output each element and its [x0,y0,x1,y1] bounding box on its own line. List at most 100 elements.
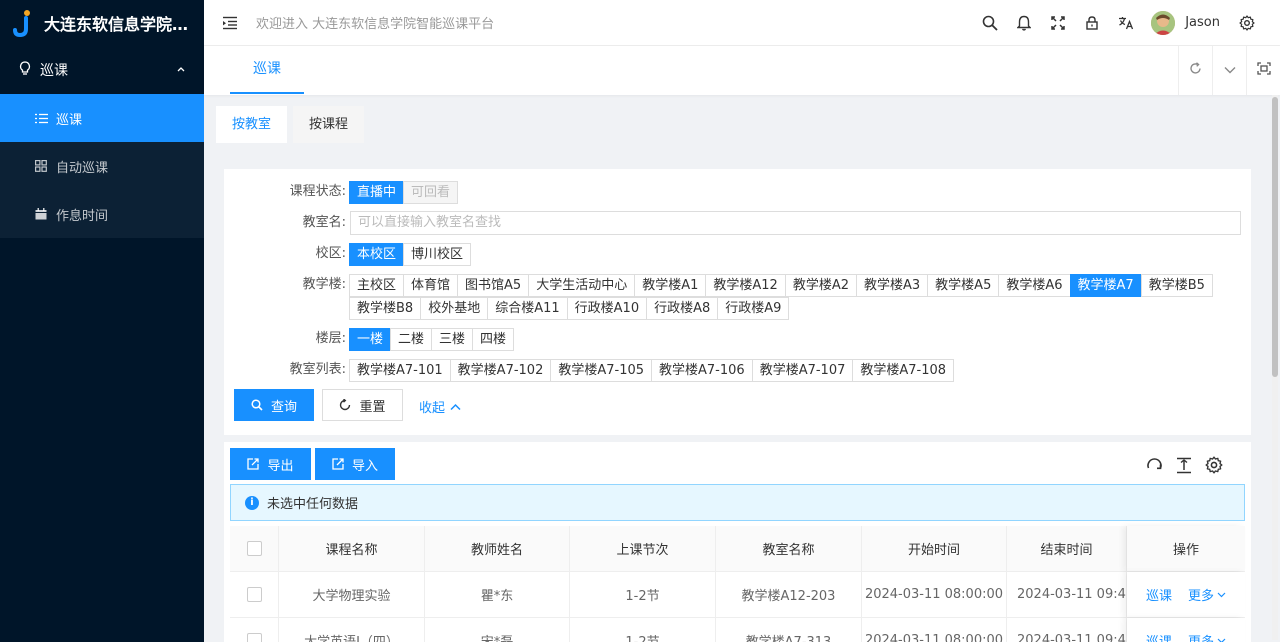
selection-alert: i 未选中任何数据 [230,484,1245,521]
building-option[interactable]: 校外基地 [420,297,489,320]
campus-option[interactable]: 本校区 [349,243,405,266]
building-option[interactable]: 体育馆 [403,274,459,297]
building-label: 教学楼: [302,277,346,292]
building-option[interactable]: 行政楼A8 [646,297,719,320]
building-option[interactable]: 主校区 [349,274,405,297]
cell-period: 1-2节 [570,618,716,642]
cell-room: 教学楼A7-313 [716,618,862,642]
settings-icon[interactable] [1230,6,1264,40]
building-option[interactable]: 教学楼A2 [784,274,857,297]
room-option[interactable]: 教学楼A7-106 [651,359,753,382]
status-option-live[interactable]: 直播中 [349,181,405,204]
avatar[interactable] [1151,10,1176,35]
status-label: 课程状态: [289,184,346,199]
cell-course: 大学英语Ⅰ（四） [279,618,425,642]
column-header[interactable]: 上课节次 [570,526,716,571]
floor-option[interactable]: 四楼 [472,328,515,351]
sidebar-item-auto-patrol[interactable]: 自动巡课 [0,142,204,190]
tab-dropdown-button[interactable] [1212,46,1246,95]
column-settings-icon[interactable] [1199,454,1229,476]
patrol-action-link[interactable]: 巡课 [1146,585,1172,604]
column-height-icon[interactable] [1169,454,1199,476]
cell-end: 2024-03-11 09:40:00 [1007,572,1127,617]
sidebar-item-patrol[interactable]: 巡课 [0,94,204,142]
column-header[interactable]: 结束时间 [1007,526,1127,571]
cell-course: 大学物理实验 [279,572,425,617]
page-scrollbar[interactable] [1272,95,1278,640]
cell-period: 1-2节 [570,572,716,617]
row-checkbox[interactable] [246,587,262,602]
search-icon[interactable] [973,6,1007,40]
room-option[interactable]: 教学楼A7-108 [852,359,955,382]
floor-option[interactable]: 一楼 [349,328,392,351]
building-option[interactable]: 行政楼A10 [566,297,648,320]
menu-fold-icon[interactable] [222,16,242,30]
building-option[interactable]: 教学楼A6 [998,274,1071,297]
sidebar-item-schedule[interactable]: 作息时间 [0,190,204,238]
building-option[interactable]: 大学生活动中心 [528,274,636,297]
column-header[interactable]: 开始时间 [862,526,1007,571]
table-row: 大学英语Ⅰ（四） 宋*磊 1-2节 教学楼A7-313 2024-03-11 0… [230,618,1245,642]
building-option[interactable]: 教学楼A12 [705,274,786,297]
grid-icon [34,160,48,172]
more-action-link[interactable]: 更多 [1188,631,1226,642]
building-option[interactable]: 教学楼A5 [927,274,1000,297]
room-option[interactable]: 教学楼A7-102 [449,359,552,382]
maximize-button[interactable] [1246,46,1280,95]
column-header[interactable]: 教师姓名 [425,526,570,571]
column-header[interactable]: 课程名称 [279,526,425,571]
translate-icon[interactable] [1109,6,1143,40]
tab-patrol[interactable]: 巡课 [230,46,304,94]
tab-bar: 巡课 [204,46,1280,95]
floor-option[interactable]: 三楼 [431,328,474,351]
building-option[interactable]: 行政楼A9 [717,297,790,320]
info-icon: i [245,495,259,510]
import-button[interactable]: 导入 [315,448,395,480]
collapse-link[interactable]: 收起 [419,397,461,416]
table-row: 大学物理实验 瞿*东 1-2节 教学楼A12-203 2024-03-11 08… [230,572,1245,618]
refresh-icon[interactable] [1139,454,1169,476]
tab-by-course[interactable]: 按课程 [293,106,365,143]
top-header: 欢迎进入 大连东软信息学院智能巡课平台 Jason [204,0,1280,46]
app-title: 大连东软信息学院智... [44,15,204,34]
building-option[interactable]: 图书馆A5 [457,274,530,297]
room-option[interactable]: 教学楼A7-105 [550,359,653,382]
select-all-checkbox[interactable] [246,541,262,556]
logo-icon [12,9,34,38]
floor-option[interactable]: 二楼 [390,328,433,351]
building-option[interactable]: 综合楼A11 [487,297,568,320]
row-checkbox[interactable] [246,633,262,642]
username[interactable]: Jason [1185,15,1220,30]
building-option[interactable]: 教学楼A7 [1069,274,1142,297]
sidebar-item-label: 作息时间 [56,208,109,224]
bell-icon[interactable] [1007,6,1041,40]
maximize-icon [1256,62,1271,79]
more-action-link[interactable]: 更多 [1188,585,1226,604]
campus-option[interactable]: 博川校区 [403,243,472,266]
menu-group-label: 巡课 [40,63,68,79]
building-option[interactable]: 教学楼A3 [856,274,929,297]
export-button[interactable]: 导出 [230,448,311,480]
building-option[interactable]: 教学楼B5 [1140,274,1213,297]
floor-label: 楼层: [315,331,346,346]
building-option[interactable]: 教学楼A1 [634,274,707,297]
tab-by-classroom[interactable]: 按教室 [216,106,288,143]
room-name-input[interactable]: 可以直接输入教室名查找 [350,211,1241,235]
status-option-replay[interactable]: 可回看 [403,181,459,204]
building-option[interactable]: 教学楼B8 [349,297,422,320]
fullscreen-icon[interactable] [1041,6,1075,40]
scrollbar-thumb[interactable] [1272,97,1278,377]
bulb-icon [18,61,32,79]
patrol-action-link[interactable]: 巡课 [1146,631,1172,642]
lock-icon[interactable] [1075,6,1109,40]
refresh-tab-button[interactable] [1178,46,1212,95]
export-icon [247,458,260,470]
logo: 大连东软信息学院智... [0,0,204,46]
menu-group-patrol[interactable]: 巡课 [0,46,204,94]
search-button[interactable]: 查询 [234,389,314,421]
reset-button[interactable]: 重置 [322,389,403,421]
room-option[interactable]: 教学楼A7-101 [349,359,451,382]
column-header[interactable]: 教室名称 [716,526,862,571]
cell-teacher: 瞿*东 [425,572,570,617]
room-option[interactable]: 教学楼A7-107 [751,359,854,382]
